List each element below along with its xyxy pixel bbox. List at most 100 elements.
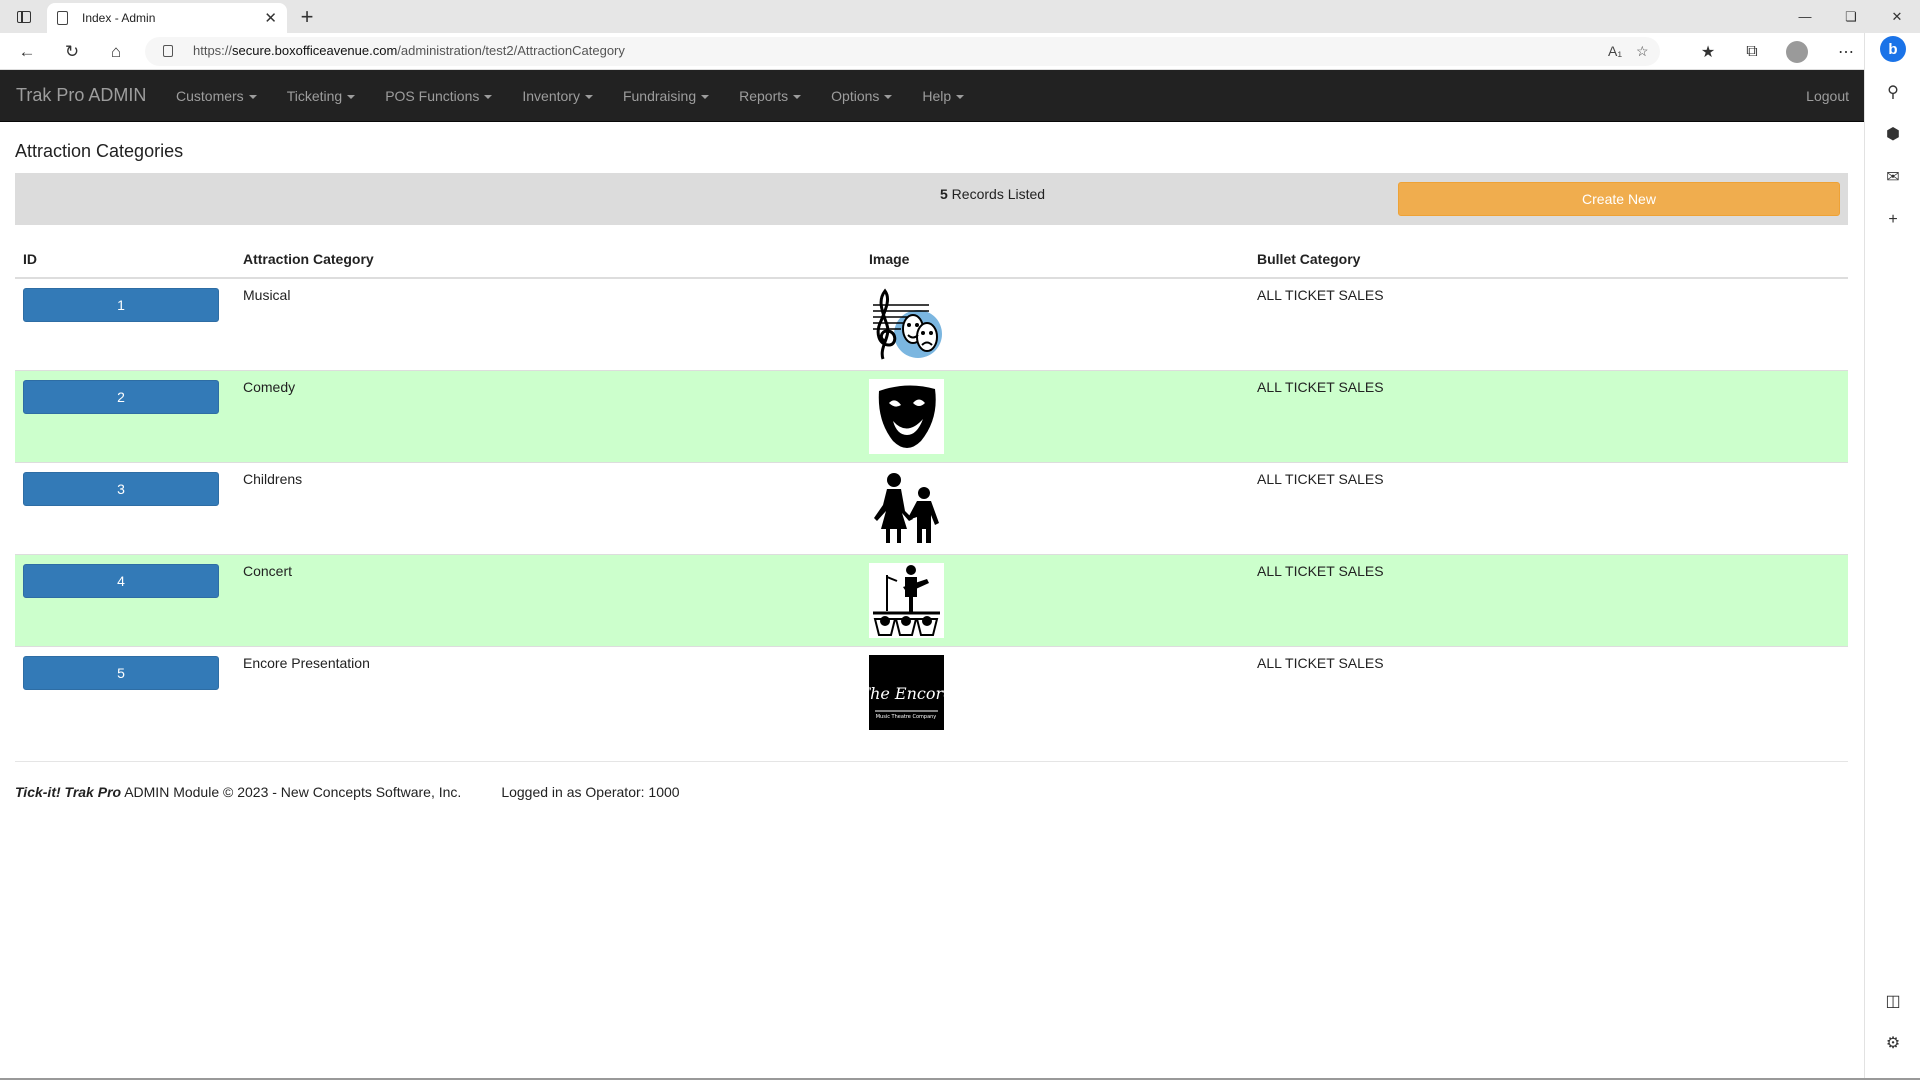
page-icon — [57, 11, 68, 25]
browser-tab-bar: Index - Admin ✕ + — ❏ ✕ — [0, 0, 1920, 33]
children-icon — [869, 471, 944, 546]
url-text: https://secure.boxofficeavenue.com/admin… — [193, 43, 625, 58]
collections-icon[interactable]: ⧉ — [1738, 38, 1766, 66]
url-prefix: https:// — [193, 43, 233, 58]
menu-label: Ticketing — [286, 88, 343, 104]
restore-button[interactable]: ❏ — [1828, 0, 1874, 33]
menu-reports[interactable]: Reports — [724, 70, 816, 122]
tab-actions-icon — [17, 11, 31, 23]
logout-link[interactable]: Logout — [1806, 70, 1849, 122]
menu-inventory[interactable]: Inventory — [507, 70, 608, 122]
footer-brand: Tick-it! Trak Pro — [15, 784, 122, 800]
main-menu: Customers Ticketing POS Functions Invent… — [161, 70, 979, 122]
minimize-button[interactable]: — — [1782, 0, 1828, 33]
column-header-category: Attraction Category — [235, 240, 861, 279]
musical-masks-icon — [869, 287, 944, 362]
hide-sidebar-icon[interactable]: ◫ — [1879, 987, 1907, 1015]
records-toolbar: 5 Records Listed Create New — [15, 173, 1848, 225]
menu-customers[interactable]: Customers — [161, 70, 272, 122]
table-row: 1 Musical ALL TICKET SALES — [15, 277, 1848, 371]
address-bar-row: ← ↻ ⌂ https://secure.boxofficeavenue.com… — [0, 33, 1920, 70]
edge-sidebar: b ⚲ ⬢ ✉ + ◫ ⚙ — [1864, 33, 1920, 1080]
encore-logo-sub: Music Theatre Company — [876, 714, 937, 720]
footer-operator: Logged in as Operator: 1000 — [501, 784, 680, 800]
column-header-id: ID — [15, 240, 235, 279]
category-cell: Concert — [235, 554, 861, 647]
menu-options[interactable]: Options — [816, 70, 907, 122]
page-title: Attraction Categories — [15, 141, 184, 161]
favorites-icon[interactable]: ★ — [1694, 38, 1722, 66]
bullet-category-cell: ALL TICKET SALES — [1249, 554, 1848, 647]
table-row: 5 Encore Presentation The Encore Music T… — [15, 646, 1848, 739]
column-header-image: Image — [861, 240, 1249, 279]
menu-label: Fundraising — [622, 88, 697, 104]
tab-actions-button[interactable] — [10, 6, 38, 28]
caret-down-icon — [484, 95, 493, 100]
records-label: Records Listed — [947, 186, 1046, 202]
menu-help[interactable]: Help — [907, 70, 979, 122]
table-row: 3 Childrens ALL TICKET SALES — [15, 462, 1848, 555]
comedy-mask-icon — [869, 379, 944, 454]
search-icon[interactable]: ⚲ — [1879, 78, 1907, 106]
menu-fundraising[interactable]: Fundraising — [608, 70, 724, 122]
settings-gear-icon[interactable]: ⚙ — [1879, 1029, 1907, 1057]
category-cell: Encore Presentation — [235, 646, 861, 739]
bullet-category-cell: ALL TICKET SALES — [1249, 462, 1848, 555]
id-button[interactable]: 1 — [23, 288, 219, 322]
table-row: 4 Concert ALL TICKET SALES — [15, 554, 1848, 647]
read-aloud-icon[interactable]: A₁ — [1608, 43, 1622, 59]
caret-down-icon — [347, 95, 356, 100]
table-header-row: ID Attraction Category Image Bullet Cate… — [15, 240, 1848, 279]
office-icon[interactable]: ⬢ — [1879, 120, 1907, 148]
footer-copyright: ADMIN Module © 2023 - New Concepts Softw… — [121, 784, 462, 800]
caret-down-icon — [584, 95, 593, 100]
id-button[interactable]: 2 — [23, 380, 219, 414]
more-options-icon[interactable]: ⋯ — [1832, 38, 1860, 66]
add-favorite-icon[interactable]: ☆ — [1636, 43, 1649, 60]
caret-down-icon — [793, 95, 802, 100]
menu-label: Reports — [739, 88, 789, 104]
caret-down-icon — [956, 95, 965, 100]
browser-tab[interactable]: Index - Admin ✕ — [47, 3, 287, 33]
bullet-category-cell: ALL TICKET SALES — [1249, 277, 1848, 371]
menu-label: POS Functions — [385, 88, 480, 104]
page-footer: Tick-it! Trak Pro ADMIN Module © 2023 - … — [15, 761, 1848, 800]
window-close-button[interactable]: ✕ — [1874, 0, 1920, 33]
encore-logo: The Encore Music Theatre Company — [869, 655, 944, 730]
table-row: 2 Comedy ALL TICKET SALES — [15, 370, 1848, 463]
tab-close-icon[interactable]: ✕ — [264, 9, 277, 27]
avatar — [1786, 41, 1808, 63]
id-button[interactable]: 5 — [23, 656, 219, 690]
url-field[interactable]: https://secure.boxofficeavenue.com/admin… — [145, 37, 1660, 66]
lock-icon — [163, 45, 173, 57]
new-tab-button[interactable]: + — [293, 3, 321, 31]
refresh-button[interactable]: ↻ — [57, 37, 87, 67]
concert-stage-icon — [869, 563, 944, 638]
url-host: secure.boxofficeavenue.com — [232, 43, 398, 58]
profile-button[interactable] — [1783, 38, 1811, 66]
menu-ticketing[interactable]: Ticketing — [272, 70, 371, 122]
outlook-icon[interactable]: ✉ — [1879, 163, 1907, 191]
caret-down-icon — [248, 95, 257, 100]
menu-pos-functions[interactable]: POS Functions — [370, 70, 507, 122]
add-sidebar-icon[interactable]: + — [1879, 206, 1907, 234]
id-button[interactable]: 4 — [23, 564, 219, 598]
brand-link[interactable]: Trak Pro ADMIN — [16, 85, 146, 106]
records-count: 5 — [940, 186, 948, 202]
back-button[interactable]: ← — [12, 37, 42, 67]
category-cell: Childrens — [235, 462, 861, 555]
id-button[interactable]: 3 — [23, 472, 219, 506]
category-cell: Musical — [235, 277, 861, 371]
bing-chat-button[interactable]: b — [1879, 35, 1907, 63]
menu-label: Options — [831, 88, 880, 104]
app-navbar: Trak Pro ADMIN Customers Ticketing POS F… — [0, 70, 1864, 122]
home-button[interactable]: ⌂ — [101, 37, 131, 67]
bullet-category-cell: ALL TICKET SALES — [1249, 646, 1848, 739]
encore-logo-text: The Encore — [869, 684, 944, 703]
attraction-category-table: ID Attraction Category Image Bullet Cate… — [15, 240, 1848, 739]
category-cell: Comedy — [235, 370, 861, 463]
create-new-button[interactable]: Create New — [1398, 182, 1840, 216]
menu-label: Help — [922, 88, 952, 104]
column-header-bullet: Bullet Category — [1249, 240, 1848, 279]
menu-label: Inventory — [522, 88, 580, 104]
